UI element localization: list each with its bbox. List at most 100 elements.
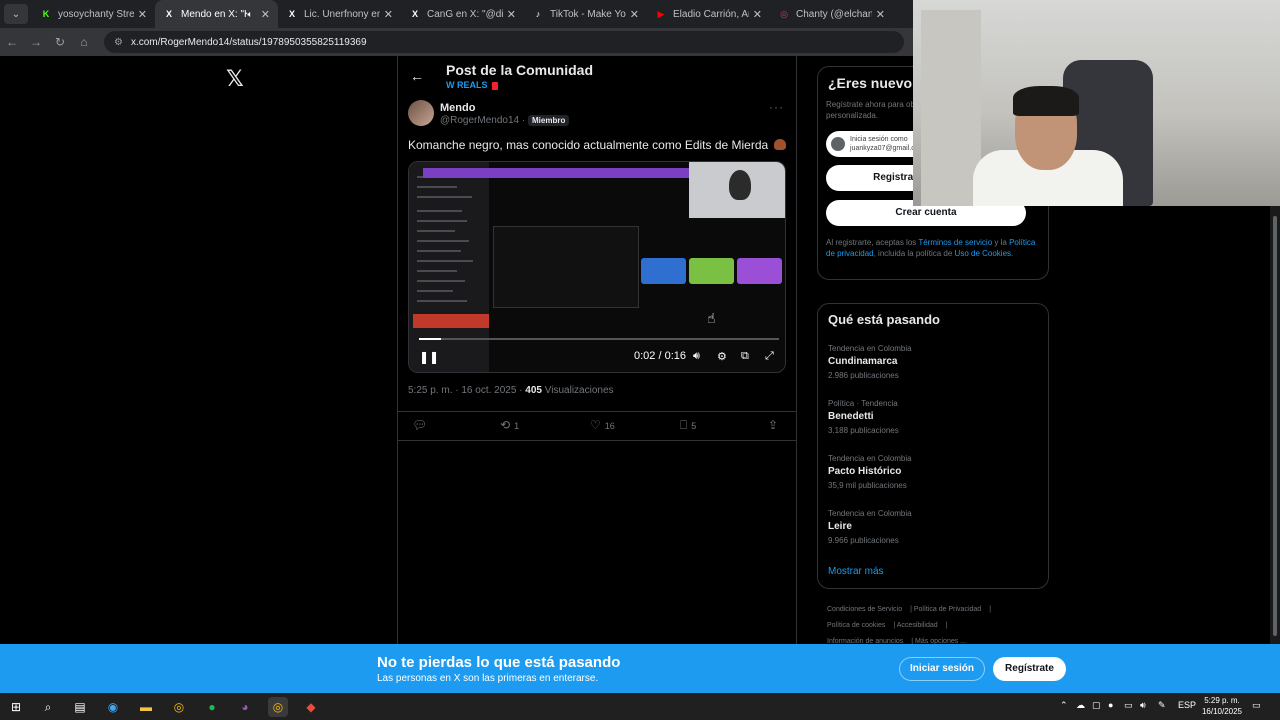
bookmark-count: 5	[691, 421, 697, 431]
terms-link[interactable]: Términos de servicio	[918, 238, 992, 247]
footer-link[interactable]: Política de cookies	[827, 622, 885, 629]
video-player[interactable]: ☝ ❚❚ 0:02 / 0:16 🔊︎ ⚙ ⧉ ⤢	[408, 161, 786, 373]
tab-favicon-icon: X	[411, 9, 418, 19]
browser-tab[interactable]: Kyosoychanty Stream ✕	[32, 0, 155, 28]
tab-favicon-icon: X	[165, 9, 172, 19]
tray-chevron-icon[interactable]: ⌃	[1060, 700, 1068, 711]
post-text: Komanche negro, mas conocido actualmente…	[408, 138, 786, 152]
app-icon[interactable]: ◆	[301, 697, 321, 717]
repost-count: 1	[514, 421, 520, 431]
author-avatar[interactable]	[408, 100, 434, 126]
spotify-icon[interactable]: ●	[202, 697, 222, 717]
volume-icon[interactable]: 🔊︎	[693, 350, 700, 363]
trend-item[interactable]: Tendencia en Colombia Pacto Histórico 35…	[828, 454, 1038, 490]
tab-audio-icon[interactable]: 🔈︎	[247, 9, 252, 20]
poop-emoji-icon	[773, 139, 786, 150]
cloud-icon[interactable]: ☁	[1076, 700, 1085, 711]
footer-link[interactable]: Accesibilidad	[897, 622, 938, 629]
taskbar-clock[interactable]: 5:29 p. m. 16/10/2025	[1200, 695, 1244, 717]
tab-close-icon[interactable]: ✕	[876, 8, 885, 21]
post-timestamp[interactable]: 5:25 p. m. · 16 oct. 2025 ·	[408, 385, 523, 396]
windows-taskbar: ⊞ ⌕ ▤ ◉ ▬ ◎ ● ◕ ◎ ◆ ⌃ ☁ ▢ ● ▭ 🔊︎ ✎ ESP 5…	[0, 693, 1280, 720]
community-link[interactable]: W REALS	[446, 80, 498, 90]
speaker-icon[interactable]: 🔊︎	[1140, 700, 1146, 711]
tab-close-icon[interactable]: ✕	[384, 8, 393, 21]
tab-list: Kyosoychanty Stream ✕ X Mendo en X: "Kom🔈︎ ✕…	[32, 0, 893, 28]
page-scrollbar[interactable]	[1270, 206, 1280, 644]
author-name[interactable]: Mendo	[440, 102, 475, 114]
trend-item[interactable]: Tendencia en Colombia Leire 9.966 public…	[828, 509, 1038, 545]
browser-tab[interactable]: ◎ Chanty (@elchanty) ✕	[770, 0, 893, 28]
x-logo-icon[interactable]: 𝕏	[226, 66, 244, 92]
file-explorer-icon[interactable]: ▬	[136, 697, 156, 717]
show-more-link[interactable]: Mostrar más	[828, 566, 884, 577]
network-icon[interactable]: ▭	[1124, 700, 1133, 711]
windows-start-icon[interactable]: ⊞	[6, 697, 26, 717]
video-frame-thumb	[737, 258, 782, 284]
url-text: x.com/RogerMendo14/status/19789503558251…	[130, 36, 367, 48]
site-info-icon[interactable]: ⚙	[114, 37, 123, 48]
reply-icon[interactable]: 💬︎	[412, 418, 427, 432]
forward-nav-icon[interactable]: →	[24, 35, 48, 49]
fullscreen-icon[interactable]: ⤢	[765, 350, 774, 363]
edge-icon[interactable]: ◉	[103, 697, 123, 717]
repost-button[interactable]: ⟲ 1	[500, 418, 519, 432]
tab-close-icon[interactable]: ✕	[753, 8, 762, 21]
tab-close-icon[interactable]: ✕	[630, 8, 639, 21]
views-count: 405	[525, 385, 542, 396]
tab-favicon-icon: ◎	[780, 8, 788, 19]
tab-close-icon[interactable]: ✕	[261, 8, 270, 21]
trend-item[interactable]: Política · Tendencia Benedetti 3.188 pub…	[828, 399, 1038, 435]
browser-tab[interactable]: ▶ Eladio Carrión, Arcán ✕	[647, 0, 770, 28]
video-progress-bar[interactable]	[419, 338, 779, 340]
cookies-link[interactable]: Uso de Cookies.	[955, 249, 1014, 258]
login-button[interactable]: Iniciar sesión	[899, 657, 985, 681]
back-nav-icon[interactable]: ←	[0, 35, 24, 49]
footer-link[interactable]: Política de Privacidad	[914, 606, 981, 613]
tab-close-icon[interactable]: ✕	[507, 8, 516, 21]
bookmark-button[interactable]: ⎕ 5	[680, 418, 696, 433]
video-frame-webcam	[689, 162, 785, 218]
pip-icon[interactable]: ⧉	[741, 350, 749, 363]
signup-terms: Al registrarte, aceptas los Términos de …	[826, 237, 1041, 259]
trend-item[interactable]: Tendencia en Colombia Cundinamarca 2.986…	[828, 344, 1038, 380]
language-indicator[interactable]: ESP	[1178, 700, 1196, 710]
back-arrow-icon[interactable]: ←	[410, 68, 424, 84]
reload-icon[interactable]: ↻	[48, 35, 72, 49]
chrome-active-icon[interactable]: ◎	[268, 697, 288, 717]
register-button[interactable]: Regístrate	[993, 657, 1066, 681]
video-frame-sidebar	[409, 162, 489, 372]
tab-close-icon[interactable]: ✕	[138, 8, 147, 21]
google-account-avatar	[831, 137, 845, 151]
device-icon[interactable]: ▢	[1092, 700, 1101, 711]
like-button[interactable]: ♡ 16	[590, 418, 615, 432]
task-view-icon[interactable]: ▤	[70, 697, 90, 717]
pause-icon[interactable]: ❚❚	[419, 350, 439, 364]
browser-tab[interactable]: X Mendo en X: "Kom🔈︎ ✕	[155, 0, 278, 28]
settings-icon[interactable]: ⚙	[717, 350, 727, 363]
url-input[interactable]: ⚙ x.com/RogerMendo14/status/197895035582…	[104, 31, 904, 53]
browser-tab[interactable]: X CanG en X: "@diego ✕	[401, 0, 524, 28]
share-icon[interactable]: ⇪	[768, 418, 778, 432]
post-actions: 💬︎ ⟲ 1 ♡ 16 ⎕ 5 ⇪	[398, 411, 796, 441]
page-header: ← Post de la Comunidad W REALS	[398, 56, 796, 96]
pen-icon[interactable]: ✎	[1158, 700, 1166, 711]
browser-tab[interactable]: X Lic. Unerfnony en X ✕	[278, 0, 401, 28]
tab-favicon-icon: X	[288, 9, 295, 19]
more-options-icon[interactable]: ···	[769, 100, 784, 114]
browser-tab[interactable]: ♪ TikTok - Make Your D ✕	[524, 0, 647, 28]
mic-icon[interactable]: ●	[1108, 700, 1113, 710]
home-icon[interactable]: ⌂	[72, 35, 96, 49]
terms-text: y la	[994, 238, 1007, 247]
discord-icon[interactable]: ◕	[235, 697, 255, 717]
chrome-icon[interactable]: ◎	[169, 697, 189, 717]
tab-search-button[interactable]: ⌄	[4, 4, 28, 24]
author-handle[interactable]: @RogerMendo14 ·	[440, 115, 525, 126]
notifications-icon[interactable]: ▭	[1252, 700, 1261, 711]
search-icon[interactable]: ⌕	[38, 697, 58, 717]
scrollbar-thumb[interactable]	[1273, 216, 1277, 636]
heart-icon: ♡	[590, 418, 601, 432]
trend-count: 3.188 publicaciones	[828, 426, 899, 435]
tab-favicon-icon: ♪	[535, 9, 541, 19]
footer-link[interactable]: Condiciones de Servicio	[827, 606, 902, 613]
